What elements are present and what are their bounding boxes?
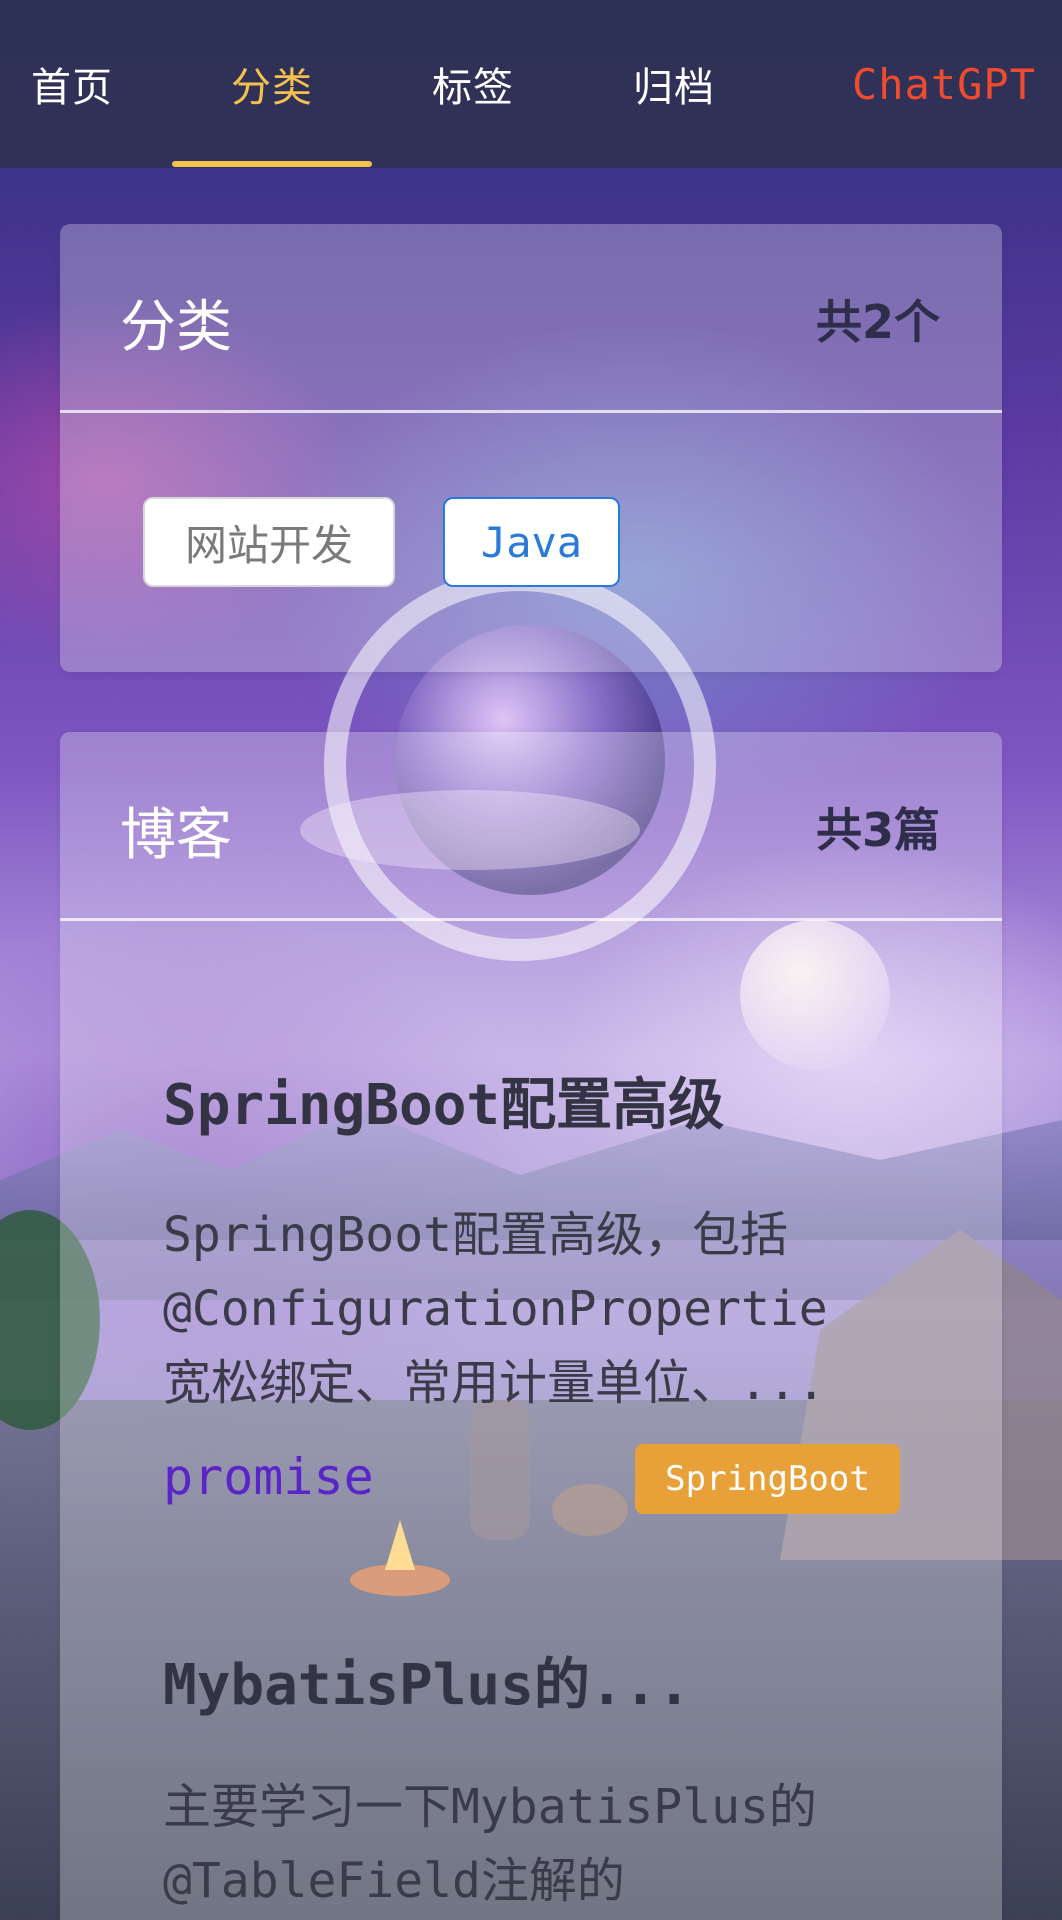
post-description: SpringBoot配置高级，包括 @ConfigurationProperti… (163, 1198, 903, 1420)
post-author[interactable]: promise (163, 1448, 374, 1506)
post-description-line: @ConfigurationPropertie (163, 1281, 828, 1337)
post-title[interactable]: SpringBoot配置高级 (163, 1060, 903, 1141)
nav-categories[interactable]: 分类 (222, 0, 322, 168)
blogs-count: 共3篇 (815, 803, 940, 857)
blogs-title: 博客 (120, 803, 232, 868)
nav-home[interactable]: 首页 (22, 0, 122, 168)
post-description-line: 主要学习一下MybatisPlus的 (163, 1779, 817, 1835)
top-navigation-bar: 首页 分类 标签 归档 ChatGPT (0, 0, 1062, 168)
post-tag[interactable]: SpringBoot (635, 1444, 900, 1514)
active-tab-indicator (172, 161, 372, 167)
category-chip-web-development[interactable]: 网站开发 (143, 497, 395, 587)
categories-count: 共2个 (815, 295, 940, 349)
post-title[interactable]: MybatisPlus的... (163, 1640, 903, 1721)
blogs-header: 博客 共3篇 (60, 732, 1002, 921)
category-chip-java[interactable]: Java (443, 497, 620, 587)
post-description-line: @TableField注解的 (163, 1853, 625, 1909)
blog-post-item[interactable]: MybatisPlus的... (163, 1640, 903, 1721)
categories-title: 分类 (120, 295, 232, 360)
nav-archive[interactable]: 归档 (624, 0, 724, 168)
categories-header: 分类 共2个 (60, 224, 1002, 413)
post-description: 主要学习一下MybatisPlus的 @TableField注解的 (163, 1770, 903, 1918)
categories-card: 分类 共2个 (60, 224, 1002, 672)
post-description-line: 宽松绑定、常用计量单位、... (163, 1355, 826, 1411)
blog-post-item[interactable]: SpringBoot配置高级 (163, 1060, 903, 1141)
post-description-line: SpringBoot配置高级，包括 (163, 1207, 788, 1263)
nav-chatgpt[interactable]: ChatGPT (826, 0, 1062, 168)
nav-tags[interactable]: 标签 (423, 0, 523, 168)
